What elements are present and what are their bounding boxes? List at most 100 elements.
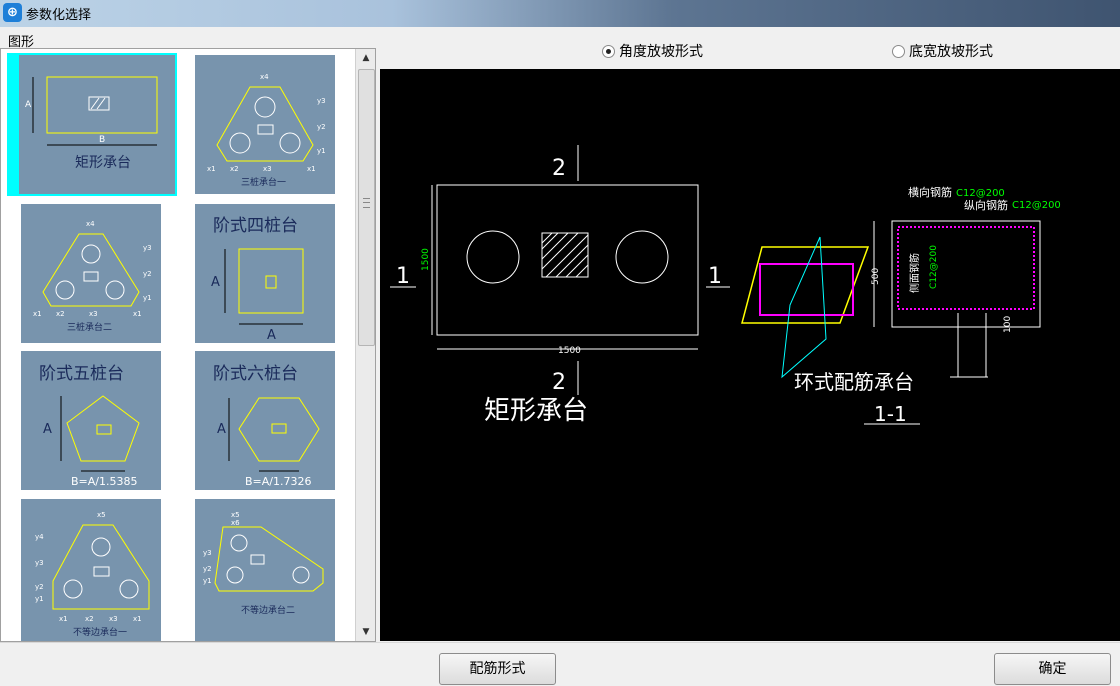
dim-label: x1 [133, 310, 142, 318]
dim-label: x1 [133, 615, 142, 623]
rebar-form-button[interactable]: 配筋形式 [439, 653, 556, 685]
dim-label: x4 [260, 73, 269, 81]
dim-label: x6 [231, 519, 240, 527]
title-bar: ⊕ 参数化选择 [0, 0, 1120, 27]
section-mark-top: 2 [552, 156, 566, 181]
dim-label: x2 [230, 165, 239, 173]
side-mark-right: 1 [708, 264, 722, 289]
thumb-label: 阶式四桩台 [213, 216, 298, 236]
thumb-label: 三桩承台二 [67, 321, 112, 333]
dim-label: y1 [35, 595, 44, 603]
horizontal-bar-label: 横向钢筋 [908, 185, 952, 199]
dim-label: y2 [317, 123, 326, 131]
vertical-bar-spec: C12@200 [1012, 200, 1061, 211]
dim-label: x1 [59, 615, 68, 623]
formula-label: B=A/1.7326 [245, 475, 311, 488]
dim-a-label: A [43, 422, 52, 437]
dim-label: y3 [143, 244, 152, 252]
rebar-3d-magenta [759, 263, 854, 316]
dim-label: y3 [203, 549, 212, 557]
thumb-label: 阶式六桩台 [213, 364, 298, 384]
dim-a-label: A [25, 100, 32, 110]
vertical-bar-label: 纵向钢筋 [964, 198, 1008, 212]
thumb-rect-cap[interactable]: A B 矩形承台 [7, 53, 177, 196]
unequal-cap-2-icon: x5 x6 y3 y2 y1 不等边承台二 [203, 511, 324, 616]
rebar-3d-cyan [781, 236, 827, 379]
dim-label: y1 [143, 294, 152, 302]
dim-b-label: B [99, 135, 105, 145]
thumb-three-pile-2[interactable]: x4 y3 y2 y1 x1 x2 x3 x1 三桩承台二 [21, 204, 161, 343]
thumb-three-pile-1[interactable]: x4 y3 y2 y1 x1 x2 x3 x1 三桩承台一 [195, 55, 335, 194]
rebar-title: 环式配筋承台 [794, 370, 914, 394]
dim-bottom: 100 [1003, 316, 1013, 333]
radio-angle-slope[interactable]: 角度放坡形式 [602, 41, 703, 61]
thumb-label: 不等边承台一 [73, 626, 127, 638]
grip-icon [363, 198, 370, 208]
section-mark-bottom: 2 [552, 370, 566, 395]
cap-plan-outline [436, 184, 699, 336]
dim-label: x2 [85, 615, 94, 623]
dim-label: y1 [317, 147, 326, 155]
thumb-label: 不等边承台二 [241, 604, 295, 616]
section-label: 1-1 [874, 402, 907, 426]
scroll-down-icon[interactable]: ▼ [356, 623, 375, 641]
dim-label: y1 [203, 577, 212, 585]
dim-label: x2 [56, 310, 65, 318]
shape-list[interactable]: A B 矩形承台 x4 y3 y2 y1 x1 x2 x3 x1 三桩承台一 x… [0, 48, 376, 642]
dim-label: x1 [207, 165, 216, 173]
dim-label: x3 [263, 165, 272, 173]
cad-drawing: 2 2 1 1 1500 1500 矩形承台 环式配筋承台 500 100 横向… [390, 145, 1061, 426]
dim-label: x5 [231, 511, 240, 519]
pile-circle [466, 230, 520, 284]
dim-a-label: A [211, 275, 220, 290]
column-hatch [541, 232, 589, 278]
radio-unchecked-icon [892, 45, 905, 58]
dim-label: x4 [86, 220, 95, 228]
three-pile-2-icon: x4 y3 y2 y1 x1 x2 x3 x1 三桩承台二 [33, 220, 152, 333]
bottom-bar: 配筋形式 确定 [0, 642, 1120, 686]
rect-cap-icon: A B 矩形承台 [25, 76, 158, 171]
ok-button[interactable]: 确定 [994, 653, 1111, 685]
thumb-label: 三桩承台一 [241, 176, 286, 188]
thumb-unequal-cap-2[interactable]: x5 x6 y3 y2 y1 不等边承台二 [195, 499, 335, 641]
step-five-pile-icon: 阶式五桩台 A B=A/1.5385 [39, 364, 140, 488]
shape-name: 矩形承台 [484, 396, 588, 426]
radio-width-label: 底宽放坡形式 [909, 44, 993, 60]
horizontal-bar-spec: C12@200 [956, 188, 1005, 199]
dim-width: 1500 [558, 346, 581, 356]
app-icon: ⊕ [3, 3, 22, 22]
step-six-pile-icon: 阶式六桩台 A B=A/1.7326 [213, 364, 320, 488]
dim-a-label: A [217, 422, 226, 437]
scroll-up-icon[interactable]: ▲ [356, 49, 375, 67]
dim-section-height: 500 [871, 268, 881, 285]
thumb-unequal-cap-1[interactable]: x5 y4 y3 y2 y1 x1 x2 x3 x1 不等边承台一 [21, 499, 161, 641]
scroll-thumb[interactable] [358, 69, 375, 346]
slope-mode-options: 角度放坡形式 底宽放坡形式 [380, 30, 1120, 68]
dim-label: x3 [109, 615, 118, 623]
dim-label: x1 [33, 310, 42, 318]
radio-width-slope[interactable]: 底宽放坡形式 [892, 41, 993, 61]
three-pile-1-icon: x4 y3 y2 y1 x1 x2 x3 x1 三桩承台一 [207, 73, 326, 188]
dim-label: y3 [35, 559, 44, 567]
radio-checked-icon [602, 45, 615, 58]
thumb-step-six-pile[interactable]: 阶式六桩台 A B=A/1.7326 [195, 351, 335, 490]
dim-label: y2 [35, 583, 44, 591]
thumb-step-four-pile[interactable]: 阶式四桩台 A A [195, 204, 335, 343]
cad-preview: 2 2 1 1 1500 1500 矩形承台 环式配筋承台 500 100 横向… [380, 69, 1120, 641]
thumb-step-five-pile[interactable]: 阶式五桩台 A B=A/1.5385 [21, 351, 161, 490]
side-bar-label: 侧面钢筋 [908, 253, 921, 293]
dim-label: y2 [143, 270, 152, 278]
formula-label: B=A/1.5385 [71, 475, 137, 488]
pile-circle [615, 230, 669, 284]
thumb-label: 阶式五桩台 [39, 364, 124, 384]
unequal-cap-1-icon: x5 y4 y3 y2 y1 x1 x2 x3 x1 不等边承台一 [35, 511, 150, 638]
step-four-pile-icon: 阶式四桩台 A A [211, 216, 304, 343]
dim-b-label: A [267, 328, 276, 343]
dim-label: y3 [317, 97, 326, 105]
side-bar-spec: C12@200 [929, 245, 939, 289]
dim-label: y2 [203, 565, 212, 573]
shape-list-scrollbar[interactable]: ▲ ▼ [355, 49, 375, 641]
dim-label: x1 [307, 165, 316, 173]
dim-height: 1500 [421, 248, 431, 271]
dim-label: y4 [35, 533, 44, 541]
